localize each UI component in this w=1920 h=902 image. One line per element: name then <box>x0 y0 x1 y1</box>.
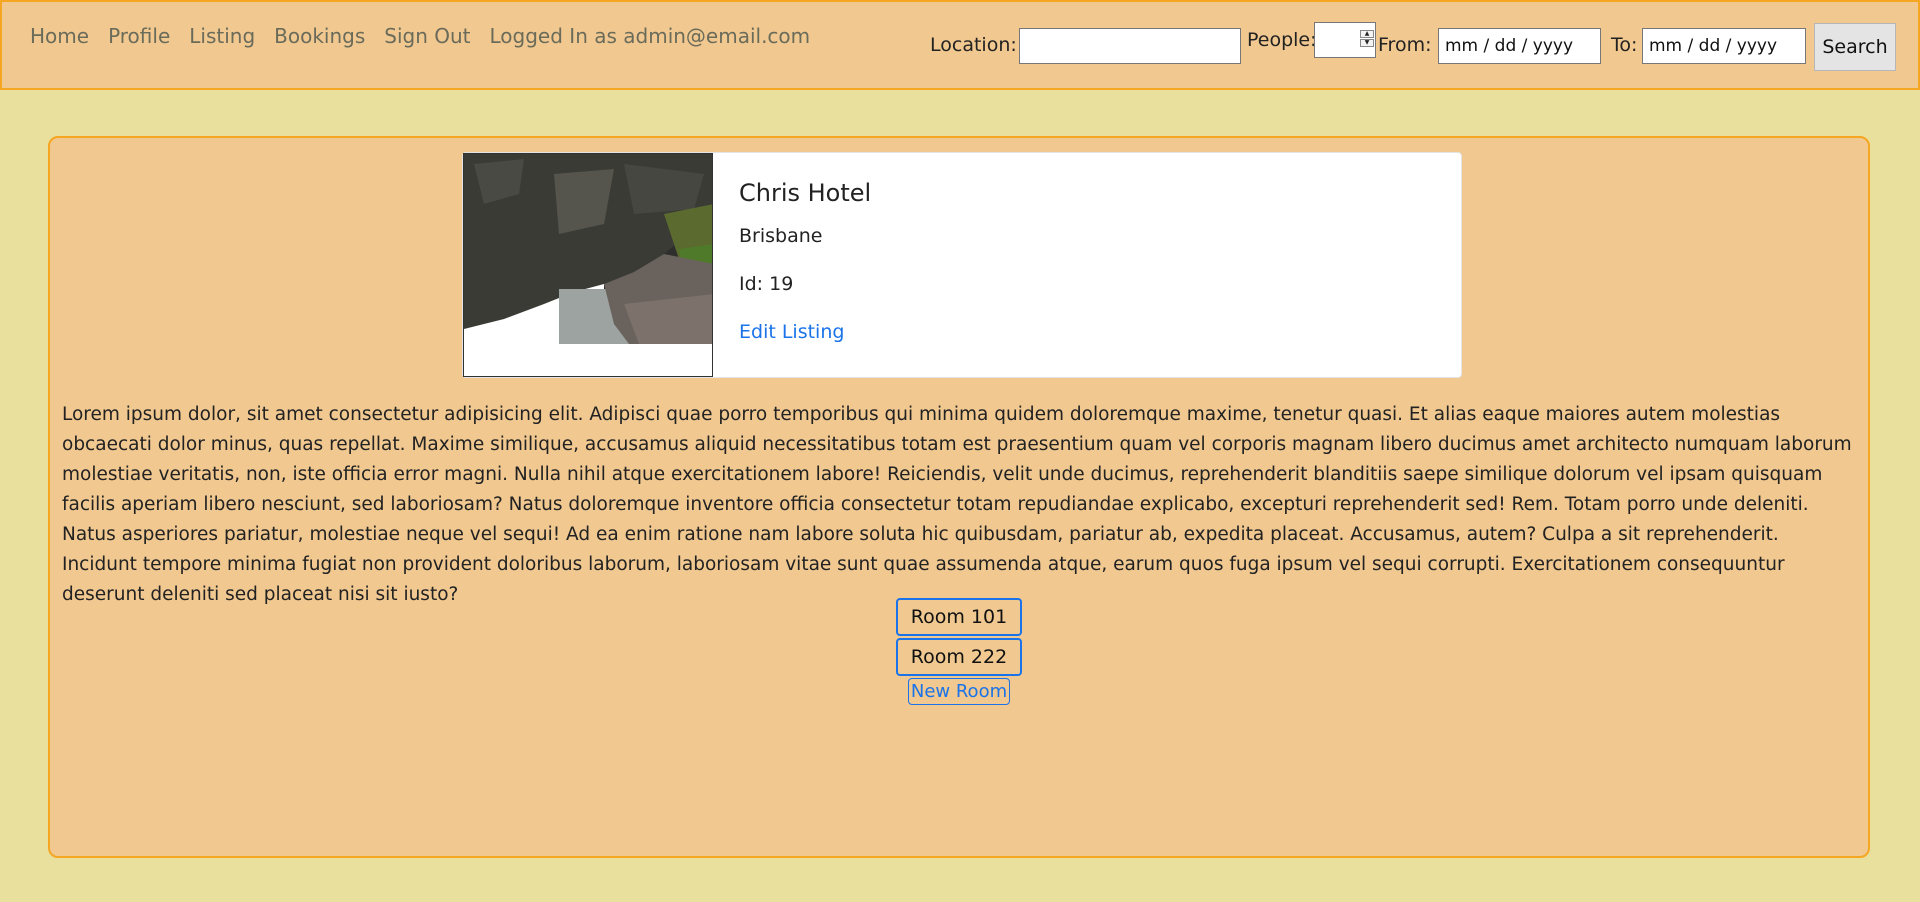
nav-profile-link[interactable]: Profile <box>108 24 170 48</box>
people-label: People: <box>1247 29 1317 51</box>
from-label: From: <box>1378 34 1432 56</box>
room-222-button[interactable]: Room 222 <box>896 638 1022 676</box>
top-navbar: Home Profile Listing Bookings Sign Out L… <box>0 0 1920 90</box>
location-input[interactable] <box>1019 28 1241 64</box>
nav-home-link[interactable]: Home <box>30 24 89 48</box>
people-spinner[interactable]: ▲ ▼ <box>1360 30 1374 47</box>
spinner-down-icon[interactable]: ▼ <box>1360 39 1374 47</box>
nav-listing-link[interactable]: Listing <box>189 24 255 48</box>
search-button[interactable]: Search <box>1814 23 1896 71</box>
logged-in-status: Logged In as admin@email.com <box>489 24 811 48</box>
listing-panel: Chris Hotel Brisbane Id: 19 Edit Listing… <box>48 136 1870 858</box>
rooms-list: Room 101 Room 222 New Room <box>50 598 1868 705</box>
listing-title: Chris Hotel <box>739 179 872 207</box>
to-label: To: <box>1611 34 1638 56</box>
from-date-input[interactable] <box>1438 28 1601 64</box>
cliff-image <box>464 154 712 376</box>
edit-listing-link[interactable]: Edit Listing <box>739 321 844 343</box>
listing-card: Chris Hotel Brisbane Id: 19 Edit Listing <box>462 152 1462 378</box>
location-label: Location: <box>930 34 1017 56</box>
listing-thumbnail <box>463 153 713 377</box>
listing-location: Brisbane <box>739 225 823 247</box>
spinner-up-icon[interactable]: ▲ <box>1360 30 1374 38</box>
listing-description: Lorem ipsum dolor, sit amet consectetur … <box>62 404 1852 605</box>
nav-signout-link[interactable]: Sign Out <box>384 24 470 48</box>
nav-bookings-link[interactable]: Bookings <box>274 24 365 48</box>
listing-card-body: Chris Hotel Brisbane Id: 19 Edit Listing <box>739 179 871 343</box>
new-room-link[interactable]: New Room <box>907 678 1011 705</box>
room-101-button[interactable]: Room 101 <box>896 598 1022 636</box>
listing-id: Id: 19 <box>739 273 794 295</box>
main-nav: Home Profile Listing Bookings Sign Out L… <box>30 24 810 48</box>
to-date-input[interactable] <box>1642 28 1806 64</box>
people-stepper[interactable]: ▲ ▼ <box>1314 22 1376 58</box>
